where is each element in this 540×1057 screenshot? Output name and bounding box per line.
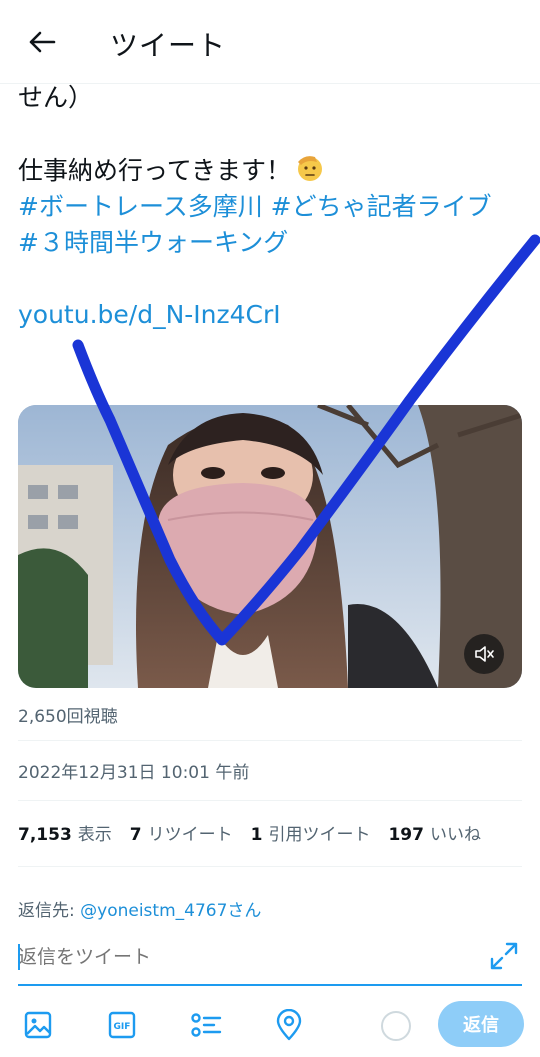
reply-input[interactable] [18,940,478,974]
engagement-stats: 7,153 表示 7 リツイート 1 引用ツイート 197 いいね [18,820,499,845]
location-button[interactable] [273,1008,305,1042]
expand-icon [490,942,518,970]
impressions-stat[interactable]: 7,153 表示 [18,820,112,845]
poll-icon [191,1013,222,1037]
hashtag-link[interactable]: #３時間半ウォーキング [18,228,288,257]
divider [18,800,522,801]
view-count: 2,650回視聴 [18,707,118,727]
location-icon [276,1009,302,1041]
mute-icon [475,646,494,662]
youtube-link[interactable]: youtu.be/d_N-Inz4CrI [18,300,281,329]
divider [18,740,522,741]
retweets-label: リツイート [147,825,233,845]
back-arrow-icon [29,31,56,53]
impressions-count: 7,153 [18,825,72,845]
text-caret [18,944,20,970]
likes-count: 197 [388,825,424,845]
gif-icon: GIF [108,1011,136,1039]
back-button[interactable] [24,22,60,62]
svg-text:GIF: GIF [114,1022,131,1032]
divider [18,866,522,867]
expand-button[interactable] [488,940,520,972]
mute-button[interactable] [464,634,504,674]
video-player[interactable] [18,405,522,688]
retweets-count: 7 [129,825,142,845]
hashtag-link[interactable]: #どちゃ記者ライブ [271,192,492,221]
likes-label: いいね [429,825,481,845]
quotes-count: 1 [250,825,263,845]
quote-tweets-stat[interactable]: 1 引用ツイート [251,820,371,845]
character-count-indicator [381,1011,411,1041]
video-thumbnail [18,405,522,688]
reply-to-label: 返信先: [18,901,81,921]
reply-input-underline [18,984,522,986]
page-title: ツイート [110,29,227,62]
poll-button[interactable] [190,1008,222,1042]
likes-stat[interactable]: 197 いいね [388,820,481,845]
impressions-label: 表示 [77,825,112,845]
header-bar: ツイート [0,0,540,84]
image-icon [24,1011,52,1039]
hashtag-link[interactable]: #ボートレース多摩川 [18,192,263,221]
tweet-timestamp: 2022年12月31日 10:01 午前 [18,763,250,783]
retweets-stat[interactable]: 7 リツイート [130,820,233,845]
reply-to-handle[interactable]: @yoneistm_4767さん [80,901,261,921]
tweet-body: 仕事納め行ってきます！ #ボートレース多摩川 #どちゃ記者ライブ #３時間半ウォ… [18,153,528,333]
tweet-text: 仕事納め行ってきます！ [18,156,292,185]
reply-button[interactable]: 返信 [438,1001,524,1047]
reply-to-line: 返信先: @yoneistm_4767さん [18,896,261,921]
saluting-face-emoji-icon [298,156,323,181]
media-button[interactable] [22,1008,54,1042]
tweet-text-continuation: せん） [18,83,94,112]
gif-button[interactable]: GIF [106,1008,138,1042]
quotes-label: 引用ツイート [268,825,371,845]
